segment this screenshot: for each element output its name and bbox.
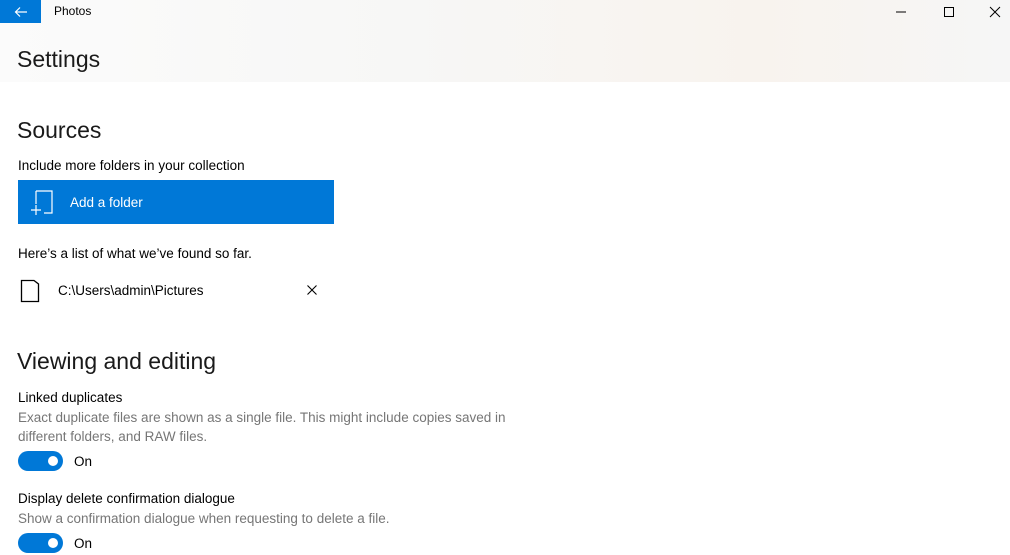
include-folders-text: Include more folders in your collection — [18, 158, 245, 173]
delete-confirmation-state: On — [74, 536, 93, 551]
remove-folder-button[interactable] — [304, 282, 320, 298]
add-folder-icon — [31, 190, 53, 215]
back-arrow-icon — [14, 6, 27, 17]
delete-confirmation-label: Display delete confirmation dialogue — [18, 491, 235, 506]
minimize-button[interactable] — [878, 0, 924, 23]
maximize-icon — [944, 6, 954, 17]
linked-duplicates-toggle[interactable] — [18, 451, 63, 471]
app-title: Photos — [54, 4, 92, 18]
close-icon — [989, 6, 1001, 17]
title-bar: Photos Settings — [0, 0, 1010, 82]
delete-confirmation-description: Show a confirmation dialogue when reques… — [18, 511, 390, 526]
close-button[interactable] — [972, 0, 1010, 23]
linked-duplicates-state: On — [74, 454, 93, 469]
sources-heading: Sources — [17, 117, 102, 143]
linked-duplicates-description: Exact duplicate files are shown as a sin… — [18, 410, 506, 444]
found-list-text: Here’s a list of what we’ve found so far… — [18, 246, 252, 261]
minimize-icon — [896, 11, 906, 12]
delete-confirmation-toggle[interactable] — [18, 533, 63, 553]
page-title: Settings — [17, 46, 101, 72]
folder-icon — [20, 279, 40, 303]
back-button[interactable] — [0, 0, 41, 23]
remove-icon — [307, 285, 317, 295]
toggle-knob — [48, 538, 58, 548]
add-folder-label: Add a folder — [70, 195, 143, 210]
viewing-editing-heading: Viewing and editing — [17, 348, 217, 374]
folder-list-item: C:\Users\admin\Pictures — [18, 276, 328, 308]
folder-path: C:\Users\admin\Pictures — [58, 283, 204, 298]
add-folder-button[interactable]: Add a folder — [18, 180, 334, 224]
toggle-knob — [48, 456, 58, 466]
maximize-button[interactable] — [926, 0, 972, 23]
linked-duplicates-label: Linked duplicates — [18, 390, 123, 405]
